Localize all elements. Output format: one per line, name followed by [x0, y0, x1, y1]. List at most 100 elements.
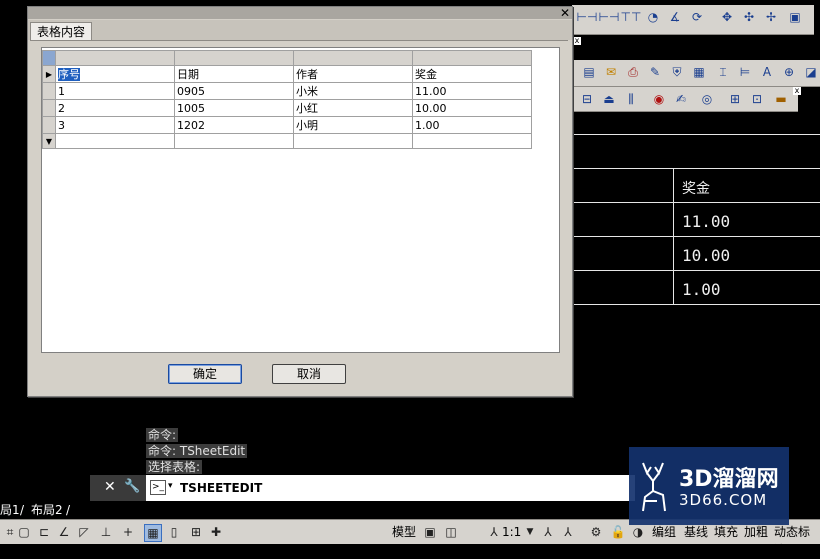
- column-icon[interactable]: ⫼: [622, 90, 640, 108]
- grid-cell[interactable]: [412, 133, 532, 149]
- column-header[interactable]: [55, 50, 175, 66]
- status-toggle[interactable]: 动态标注: [774, 523, 820, 557]
- status-toggle[interactable]: 加粗: [744, 523, 768, 541]
- tab-layout2[interactable]: 布局2: [31, 503, 63, 518]
- mail-icon[interactable]: ✉: [602, 63, 620, 81]
- grid-cell[interactable]: 序号: [55, 65, 175, 83]
- crosshair-icon[interactable]: ⊕: [780, 63, 798, 81]
- text-icon[interactable]: ⊨: [736, 63, 754, 81]
- column-header[interactable]: [293, 50, 413, 66]
- shield-icon[interactable]: ⛨: [668, 63, 686, 81]
- row-header[interactable]: [42, 116, 56, 134]
- grid-cell[interactable]: 小米: [293, 82, 413, 100]
- transparency-icon[interactable]: ⊞: [188, 524, 204, 540]
- qp-icon[interactable]: ✚: [208, 524, 224, 540]
- grid-cell[interactable]: 奖金: [412, 65, 532, 83]
- elevation-icon[interactable]: ⌶: [714, 63, 732, 81]
- workspace-gear-icon[interactable]: ⚙: [588, 524, 604, 540]
- grid-cell[interactable]: 3: [55, 116, 175, 134]
- grid-cell[interactable]: 作者: [293, 65, 413, 83]
- pen-icon[interactable]: ✎: [646, 63, 664, 81]
- dialog-titlebar[interactable]: ✕: [28, 6, 572, 20]
- command-bar-handle[interactable]: ✕ 🔧: [90, 475, 146, 501]
- pan-icon[interactable]: ✥: [718, 8, 736, 26]
- measure-icon[interactable]: ▬: [772, 90, 790, 108]
- cancel-button[interactable]: 取消: [272, 364, 346, 384]
- grid-cell[interactable]: 11.00: [412, 82, 532, 100]
- copy-icon[interactable]: ✢: [762, 8, 780, 26]
- auto-scale-icon[interactable]: ⅄: [560, 524, 576, 540]
- ortho-icon[interactable]: ⊏: [36, 524, 52, 540]
- status-toggle[interactable]: 编组: [652, 523, 676, 541]
- font-icon[interactable]: A: [758, 63, 776, 81]
- layout-icon[interactable]: ▣: [422, 524, 438, 540]
- table-icon[interactable]: ▤: [580, 63, 598, 81]
- grid-cell[interactable]: [55, 133, 175, 149]
- row-header[interactable]: [42, 99, 56, 117]
- grid-cell[interactable]: 1: [55, 82, 175, 100]
- model-space-label[interactable]: 模型: [392, 523, 416, 541]
- grid-cell[interactable]: [174, 133, 294, 149]
- dim-continue-icon[interactable]: ⊢⊣: [599, 8, 620, 26]
- layer-icon[interactable]: ⏏: [600, 90, 618, 108]
- eye-icon[interactable]: ◎: [698, 90, 716, 108]
- more-icon[interactable]: ◪: [802, 63, 820, 81]
- dim-angle-icon[interactable]: ∡: [666, 8, 684, 26]
- polar-icon[interactable]: ∠: [56, 524, 72, 540]
- prompt-icon[interactable]: >_: [150, 480, 166, 495]
- scale-dropdown-icon[interactable]: ▼: [522, 524, 538, 540]
- current-row-arrow-icon[interactable]: ▶: [42, 65, 56, 83]
- ok-button[interactable]: 确定: [168, 364, 242, 384]
- new-row-marker-icon[interactable]: ▼: [42, 133, 56, 149]
- dyn-icon[interactable]: ▦: [144, 524, 162, 542]
- eye-red-icon[interactable]: ◉: [650, 90, 668, 108]
- toolbar2-close-icon[interactable]: x: [793, 87, 801, 95]
- grid-cell[interactable]: 小红: [293, 99, 413, 117]
- annotation-scale-value[interactable]: 1:1: [502, 523, 521, 541]
- grid-cell[interactable]: 10.00: [412, 99, 532, 117]
- column-header[interactable]: [174, 50, 294, 66]
- close-icon[interactable]: ✕: [560, 6, 570, 20]
- tab-table-content[interactable]: 表格内容: [30, 22, 93, 41]
- customize-wrench-icon[interactable]: 🔧: [124, 479, 140, 494]
- select-all-cell[interactable]: [42, 50, 56, 66]
- column-header[interactable]: [412, 50, 532, 66]
- isolate-icon[interactable]: ◑: [630, 524, 646, 540]
- row-header[interactable]: [42, 82, 56, 100]
- tab-layout1[interactable]: 局1: [0, 503, 20, 518]
- grid-cell[interactable]: 小明: [293, 116, 413, 134]
- prompt-dropdown-icon[interactable]: ▾: [168, 481, 173, 491]
- grid-cell[interactable]: 日期: [174, 65, 294, 83]
- paste-icon[interactable]: ▣: [786, 8, 804, 26]
- grid-cell[interactable]: 1.00: [412, 116, 532, 134]
- grid-cell[interactable]: 0905: [174, 82, 294, 100]
- move-icon[interactable]: ✣: [740, 8, 758, 26]
- frame-icon[interactable]: ⊡: [748, 90, 766, 108]
- dim-linear-icon[interactable]: ⊢⊣: [577, 8, 598, 26]
- lineweight-icon[interactable]: ▯: [166, 524, 182, 540]
- quickview-icon[interactable]: ◫: [443, 524, 459, 540]
- grid-toggle-icon[interactable]: ▢: [16, 524, 32, 540]
- status-toggle[interactable]: 基线: [684, 523, 708, 541]
- dim-radius-icon[interactable]: ◔: [644, 8, 662, 26]
- command-close-icon[interactable]: ✕: [104, 479, 116, 495]
- toolbar-close-icon[interactable]: x: [573, 37, 581, 45]
- annotation-visibility-icon[interactable]: ⅄: [540, 524, 556, 540]
- ruler-icon[interactable]: ⊟: [578, 90, 596, 108]
- dim-edit-icon[interactable]: ⟳: [688, 8, 706, 26]
- grid-cell[interactable]: 1005: [174, 99, 294, 117]
- otrack-icon[interactable]: ⊥: [98, 524, 114, 540]
- lock-icon[interactable]: 🔓: [610, 524, 626, 540]
- dim-baseline-icon[interactable]: ⊤⊤: [621, 8, 642, 26]
- grid-cell[interactable]: 1202: [174, 116, 294, 134]
- osnap-icon[interactable]: ◸: [76, 524, 92, 540]
- stamp-icon[interactable]: ⎙: [624, 63, 642, 81]
- grid-cell[interactable]: [293, 133, 413, 149]
- window-icon[interactable]: ⊞: [726, 90, 744, 108]
- status-toggle[interactable]: 填充: [714, 523, 738, 541]
- grid-icon[interactable]: ▦: [690, 63, 708, 81]
- grid-cell[interactable]: 2: [55, 99, 175, 117]
- note-icon[interactable]: ✍: [672, 90, 690, 108]
- command-input[interactable]: >_ ▾ TSHEETEDIT: [146, 475, 635, 501]
- annotation-scale-icon[interactable]: ⅄: [486, 524, 502, 540]
